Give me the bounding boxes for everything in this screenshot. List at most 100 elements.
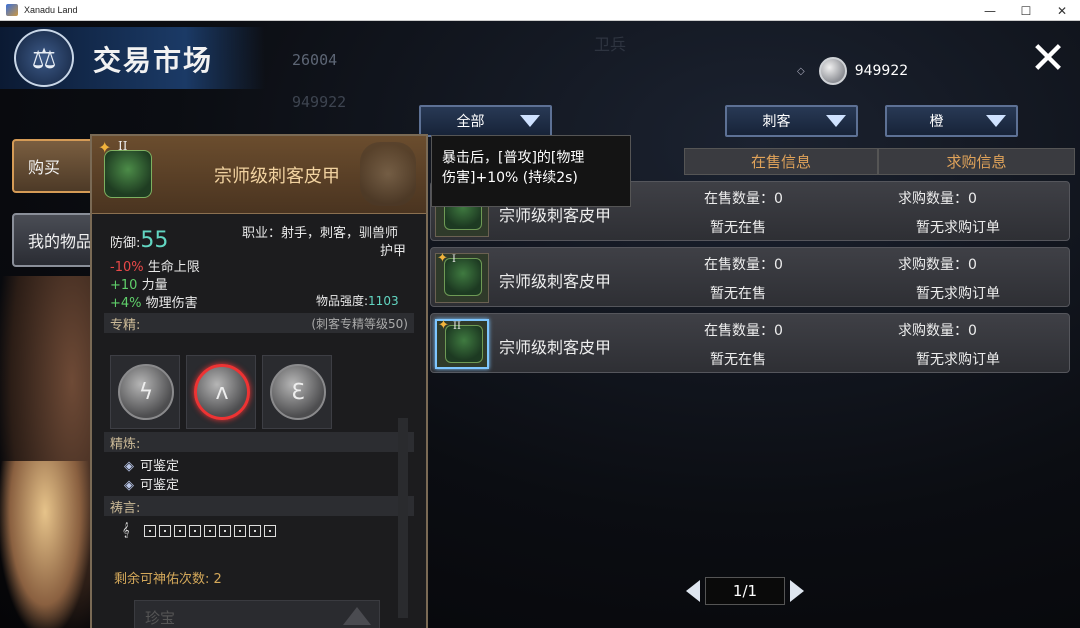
close-icon[interactable]: ✕	[1028, 37, 1068, 81]
table-row[interactable]: ✦ I 宗师级刺客皮甲 在售数量：0 暂无在售 求购数量：0 暂无求购订单	[430, 247, 1070, 307]
item-thumbnail: ✦ I	[435, 251, 489, 303]
sale-info-header: 在售信息	[684, 148, 878, 175]
stat-value: -10%	[110, 260, 144, 275]
spec-section: 专精: (刺客专精等级50)	[104, 313, 414, 333]
sale-status: 暂无在售	[710, 352, 766, 368]
background-number: 26004	[292, 51, 338, 69]
window-title: Xanadu Land	[24, 5, 78, 15]
refine-section: 精炼:	[104, 432, 414, 452]
skill-tooltip: 暴击后，[普攻]的[物理 伤害]+10% (持续2s)	[431, 135, 631, 207]
item-type: 护甲	[380, 244, 407, 259]
prayer-label: 祷言:	[110, 500, 141, 516]
armor-icon	[445, 325, 483, 363]
spec-slot[interactable]: ʌ	[186, 355, 256, 429]
sale-count: 在售数量：0	[704, 323, 783, 339]
buy-status: 暂无求购订单	[916, 286, 1000, 302]
tier-label: I	[452, 254, 456, 265]
spec-skill-icon: ℇ	[270, 364, 326, 420]
class-value: 刺客	[762, 114, 791, 130]
background-number-2: 949922	[292, 93, 347, 111]
defense-value: 55	[140, 228, 169, 253]
prev-page-button[interactable]	[686, 580, 700, 602]
spec-slot[interactable]: ℇ	[262, 355, 332, 429]
tier-label: II	[118, 139, 128, 153]
item-tooltip-name: 宗师级刺客皮甲	[214, 166, 340, 187]
sale-count: 在售数量：0	[704, 257, 783, 273]
category-dropdown[interactable]: 全部	[419, 105, 552, 137]
buy-count: 求购数量：0	[898, 191, 977, 207]
refine-label: 精炼:	[110, 436, 141, 452]
diamond-bullet-icon: ◈	[124, 459, 134, 474]
buy-count: 求购数量：0	[898, 323, 977, 339]
prayer-glyph-icon: 𝄞	[122, 523, 130, 538]
armor-icon	[444, 258, 482, 296]
treasure-label: 珍宝	[145, 608, 176, 627]
rarity-dropdown[interactable]: 橙	[885, 105, 1018, 137]
prayer-line: 𝄞	[122, 523, 276, 538]
tooltip-scrollbar[interactable]	[398, 418, 408, 618]
item-tooltip-header: ✦ II 宗师级刺客皮甲	[92, 136, 426, 214]
buy-status: 暂无求购订单	[916, 220, 1000, 236]
stat-label: 生命上限	[147, 260, 200, 275]
refine-item: ◈ 可鉴定	[124, 455, 179, 474]
stat-value: +10	[110, 278, 138, 293]
spec-slot[interactable]: ϟ	[110, 355, 180, 429]
tab-my-items-label: 我的物品	[28, 232, 93, 251]
buy-status: 暂无求购订单	[916, 352, 1000, 368]
stat-label: 物理伤害	[145, 296, 198, 311]
rarity-value: 橙	[929, 114, 944, 130]
currency-display: ◇ 949922	[795, 57, 930, 85]
stat-value: +4%	[110, 296, 142, 311]
skill-tooltip-line-1: 暴击后，[普攻]的[物理	[442, 150, 585, 166]
refine-item-label: 可鉴定	[140, 459, 180, 474]
stat-line: +10 力量	[110, 274, 168, 293]
star-icon: ✦	[437, 251, 448, 266]
app-icon	[6, 4, 18, 16]
chevron-up-icon	[343, 607, 371, 625]
stat-line: -10% 生命上限	[110, 256, 200, 275]
profession-text: 职业：射手，刺客，驯兽师	[242, 226, 399, 241]
strength-label: 物品强度:	[316, 294, 369, 308]
silver-coin-icon	[818, 57, 847, 85]
tab-buy-label: 购买	[28, 158, 61, 177]
prayer-slots	[143, 524, 276, 537]
stat-line: +4% 物理伤害	[110, 292, 198, 311]
star-icon: ✦	[98, 138, 112, 157]
item-thumbnail: ✦ II	[435, 318, 489, 369]
spec-label: 专精:	[110, 317, 141, 333]
refine-item: ◈ 可鉴定	[124, 474, 179, 493]
currency-amount: 949922	[854, 63, 909, 79]
diamond-deco-icon: ◇	[797, 65, 805, 77]
chevron-down-icon	[520, 115, 540, 127]
chevron-down-icon	[986, 115, 1006, 127]
background-sign: 卫兵	[594, 35, 627, 54]
category-value: 全部	[456, 114, 485, 130]
defense-label: 防御:	[110, 236, 141, 251]
strength-value: 1103	[368, 294, 399, 308]
stat-label: 力量	[141, 278, 168, 293]
scales-icon: ⚖	[14, 29, 74, 87]
next-page-button[interactable]	[790, 580, 804, 602]
star-icon: ✦	[438, 318, 449, 333]
spec-level: (刺客专精等级50)	[311, 316, 408, 331]
class-dropdown[interactable]: 刺客	[725, 105, 858, 137]
girl-npc-art	[0, 461, 90, 628]
defense-stat: 防御:55	[110, 228, 168, 253]
buy-count: 求购数量：0	[898, 257, 977, 273]
buy-info-header: 求购信息	[878, 148, 1075, 175]
item-tooltip: ✦ II 宗师级刺客皮甲 防御:55 职业：射手，刺客，驯兽师 护甲 -10% …	[90, 134, 428, 628]
minimize-button[interactable]: —	[972, 0, 1008, 21]
item-tooltip-icon: ✦ II	[98, 138, 160, 204]
chevron-down-icon	[826, 115, 846, 127]
page-title: 交易市场	[93, 44, 214, 77]
window-titlebar: Xanadu Land — ☐ ✕	[0, 0, 1080, 21]
page-indicator: 1/1	[705, 577, 785, 605]
close-window-button[interactable]: ✕	[1044, 0, 1080, 21]
armor-icon	[104, 150, 152, 198]
table-row[interactable]: ✦ II 宗师级刺客皮甲 在售数量：0 暂无在售 求购数量：0 暂无求购订单	[430, 313, 1070, 373]
item-name: 宗师级刺客皮甲	[499, 338, 612, 357]
tier-label: II	[453, 321, 461, 332]
maximize-button[interactable]: ☐	[1008, 0, 1044, 21]
spec-skill-icon: ʌ	[194, 364, 250, 420]
treasure-button[interactable]: 珍宝	[134, 600, 380, 628]
